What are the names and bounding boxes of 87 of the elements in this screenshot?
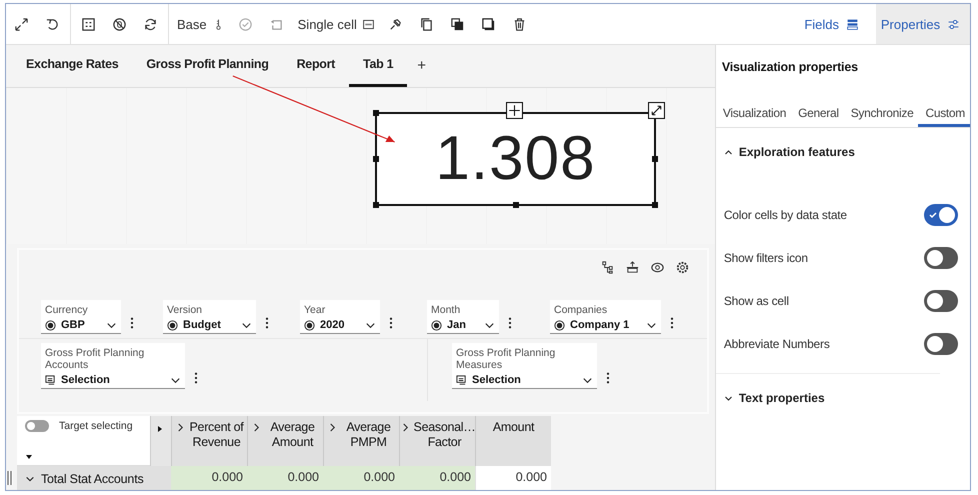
- filter-dropdown[interactable]: Gross Profit Planning Measures Selection: [452, 343, 597, 390]
- tab[interactable]: Synchronize: [844, 106, 918, 127]
- table-cell: 0.000: [171, 466, 247, 490]
- radio-icon: [554, 320, 565, 331]
- filter-dropdown[interactable]: Year 2020: [300, 300, 380, 334]
- kpi-value: 1.308: [435, 123, 596, 194]
- toggle-label: Color cells by data state: [724, 208, 847, 222]
- toggle-switch[interactable]: [924, 246, 958, 268]
- kpi-card[interactable]: 1.308: [375, 112, 656, 206]
- column-header[interactable]: Average Amount: [247, 416, 323, 466]
- filter-dropdown[interactable]: Version Budget: [163, 300, 256, 334]
- table-cell: 0.000: [475, 466, 551, 490]
- table-icon[interactable]: [81, 16, 96, 32]
- filter-dropdown[interactable]: Currency GBP: [41, 300, 121, 334]
- more-options-icon[interactable]: [508, 317, 512, 330]
- table-cell: 0.000: [323, 466, 399, 490]
- list-filter-icon: [456, 374, 467, 386]
- send-back-icon[interactable]: [480, 16, 496, 32]
- properties-button[interactable]: Properties: [876, 4, 970, 44]
- drag-handle-icon[interactable]: [7, 470, 12, 486]
- tab[interactable]: Gross Profit Planning: [132, 45, 283, 87]
- resize-handle-icon[interactable]: [648, 102, 665, 119]
- toggle-switch[interactable]: [924, 204, 958, 226]
- toggle-label: Abbreviate Numbers: [724, 336, 830, 350]
- no-link-icon[interactable]: [112, 16, 127, 32]
- column-header[interactable]: Percent of Revenue: [171, 416, 247, 466]
- section-header[interactable]: Text properties: [716, 374, 825, 405]
- single-cell-label[interactable]: Single cell: [298, 16, 357, 32]
- pin-icon[interactable]: [388, 16, 403, 32]
- chart-icon[interactable]: [362, 18, 375, 30]
- settings-icon[interactable]: [674, 260, 690, 276]
- move-handle-icon[interactable]: [506, 102, 523, 119]
- undo-icon[interactable]: [45, 16, 60, 32]
- chevron-right-icon[interactable]: [253, 422, 260, 433]
- radio-icon: [45, 320, 56, 331]
- chevron-down-icon: [724, 394, 733, 402]
- sliders-icon: [947, 18, 960, 30]
- radio-icon: [431, 320, 442, 331]
- caret-right-icon[interactable]: [156, 425, 164, 433]
- column-header[interactable]: Amount: [475, 416, 551, 466]
- more-options-icon[interactable]: [194, 372, 198, 384]
- list-icon: [846, 18, 859, 30]
- toggle-label: Target selecting: [59, 420, 133, 432]
- radio-icon: [167, 320, 178, 331]
- chevron-right-icon[interactable]: [329, 422, 336, 433]
- more-options-icon[interactable]: [389, 317, 393, 330]
- more-options-icon[interactable]: [265, 317, 269, 330]
- section-header[interactable]: Exploration features: [716, 128, 855, 159]
- table-cell: 0.000: [247, 466, 323, 490]
- chevron-right-icon[interactable]: [402, 422, 409, 433]
- radio-icon: [304, 320, 315, 331]
- caret-down-icon[interactable]: [25, 453, 33, 461]
- filter-dropdown[interactable]: Month Jan: [427, 300, 499, 334]
- tab[interactable]: Report: [282, 45, 350, 87]
- column-header[interactable]: Seasonal… Factor: [399, 416, 475, 466]
- toggle-switch[interactable]: [25, 420, 49, 432]
- tab[interactable]: General: [791, 106, 844, 127]
- tab[interactable]: Custom: [918, 106, 970, 127]
- bring-front-icon[interactable]: [450, 16, 465, 32]
- chevron-right-icon[interactable]: [177, 422, 184, 433]
- expand-icon[interactable]: [14, 16, 29, 32]
- base-label[interactable]: Base: [177, 16, 207, 32]
- more-options-icon[interactable]: [670, 317, 674, 330]
- filter-dropdown[interactable]: Gross Profit Planning Accounts Selection: [41, 343, 185, 390]
- more-options-icon[interactable]: [130, 317, 134, 330]
- refresh-icon[interactable]: [143, 16, 158, 32]
- column-header[interactable]: Average PMPM: [323, 416, 399, 466]
- toggle-switch[interactable]: [924, 332, 958, 354]
- tab[interactable]: Exchange Rates: [12, 45, 132, 87]
- panel-title: Visualization properties: [720, 59, 859, 76]
- check-icon: [928, 210, 938, 220]
- table-cell: 0.000: [399, 466, 475, 490]
- selection-handle[interactable]: [373, 110, 379, 116]
- toggle-switch[interactable]: [924, 290, 958, 312]
- tab[interactable]: Visualization: [716, 106, 792, 127]
- toggle-label: Show filters icon: [724, 250, 808, 264]
- toggle-label: Show as cell: [724, 294, 789, 308]
- add-tab-button[interactable]: +: [407, 45, 436, 87]
- list-filter-icon: [45, 374, 56, 386]
- copy-icon[interactable]: [418, 16, 434, 32]
- row-header[interactable]: Total Stat Accounts: [17, 466, 171, 490]
- more-options-icon[interactable]: [606, 372, 610, 384]
- check-circle-icon[interactable]: [238, 16, 253, 32]
- hierarchy-icon[interactable]: [600, 260, 615, 276]
- chevron-down-icon[interactable]: [25, 474, 35, 484]
- filter-dropdown[interactable]: Companies Company 1: [550, 300, 661, 334]
- chevron-up-icon: [724, 148, 733, 156]
